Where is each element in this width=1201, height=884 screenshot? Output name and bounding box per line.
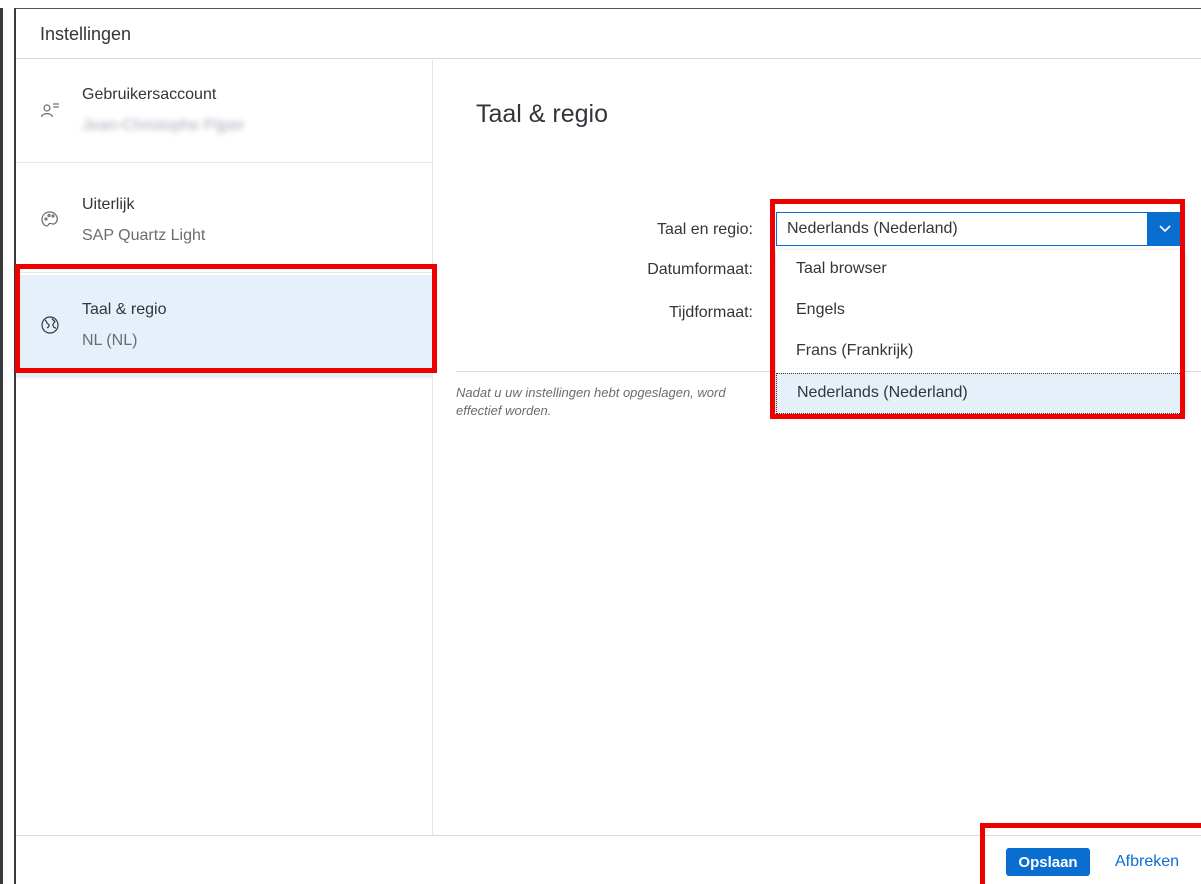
- sidebar-item-appearance[interactable]: Uiterlijk SAP Quartz Light: [16, 170, 433, 273]
- sidebar-item-user-account[interactable]: Gebruikersaccount Jean-Christophe Pijper: [16, 60, 433, 163]
- dropdown-option-selected[interactable]: Nederlands (Nederland): [776, 373, 1184, 414]
- language-dropdown-list: Taal browser Engels Frans (Frankrijk) Ne…: [776, 250, 1184, 414]
- sidebar-item-title: Uiterlijk: [82, 196, 135, 213]
- language-region-label: Taal en regio:: [656, 221, 753, 238]
- sidebar-item-title: Gebruikersaccount: [82, 86, 217, 103]
- select-value: Nederlands (Nederland): [787, 220, 958, 237]
- dropdown-option[interactable]: Frans (Frankrijk): [776, 332, 1184, 373]
- page-title: Taal & regio: [476, 100, 609, 128]
- dropdown-option[interactable]: Engels: [776, 291, 1184, 332]
- dialog-title: Instellingen: [40, 24, 132, 44]
- settings-dialog: Instellingen Gebruikersaccount Jean-Chri…: [14, 8, 1201, 884]
- dialog-footer: Opslaan Afbreken: [16, 835, 1201, 884]
- user-account-icon: [40, 100, 60, 120]
- sidebar-item-subtitle: NL (NL): [82, 332, 138, 349]
- sidebar-item-subtitle: Jean-Christophe Pijper: [82, 117, 245, 134]
- dialog-header: Instellingen: [16, 9, 1201, 59]
- sidebar-item-title: Taal & regio: [82, 301, 167, 318]
- palette-icon: [40, 210, 60, 230]
- time-format-label: Tijdformaat:: [669, 304, 753, 321]
- dropdown-toggle-button[interactable]: [1147, 213, 1183, 245]
- window-frame-edge: [0, 8, 3, 884]
- date-format-label: Datumformaat:: [647, 261, 753, 278]
- info-note: Nadat u uw instellingen hebt opgeslagen,…: [456, 385, 726, 418]
- sidebar-item-subtitle: SAP Quartz Light: [82, 227, 206, 244]
- language-region-select[interactable]: Nederlands (Nederland): [776, 212, 1184, 246]
- dropdown-option[interactable]: Taal browser: [776, 250, 1184, 291]
- cancel-button[interactable]: Afbreken: [1102, 848, 1192, 876]
- settings-content: Taal & regio Taal en regio: Datumformaat…: [434, 60, 1201, 835]
- settings-sidebar: Gebruikersaccount Jean-Christophe Pijper…: [16, 60, 433, 835]
- sidebar-item-language-region[interactable]: Taal & regio NL (NL): [16, 275, 433, 378]
- globe-icon: [40, 315, 60, 335]
- save-button[interactable]: Opslaan: [1006, 848, 1090, 876]
